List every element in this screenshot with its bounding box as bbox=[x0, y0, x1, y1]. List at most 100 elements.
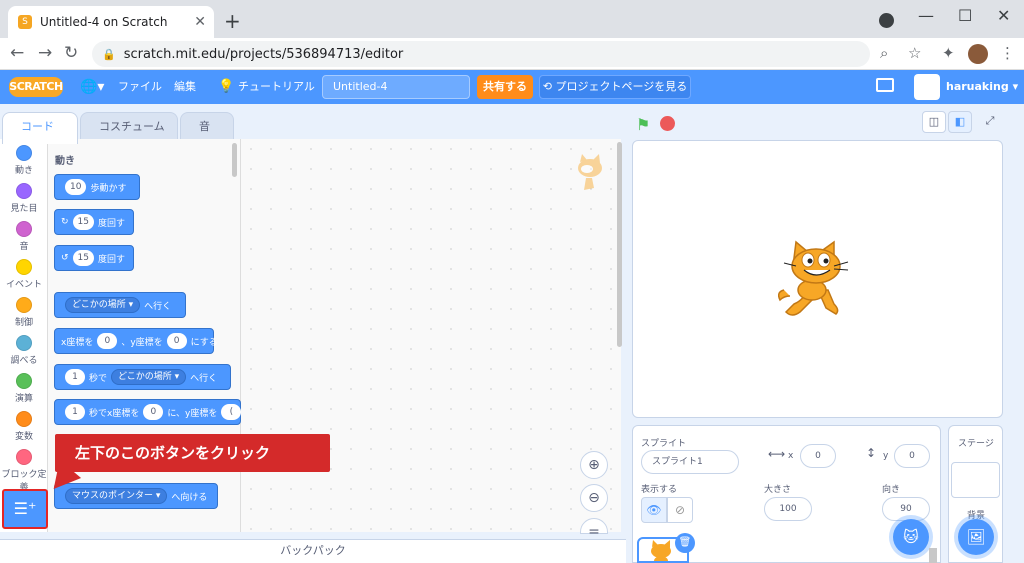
fullscreen-button[interactable]: ⤢ bbox=[978, 111, 1002, 133]
maximize-icon[interactable]: ☐ bbox=[958, 6, 972, 25]
turn-left-input[interactable]: 15 bbox=[72, 250, 94, 266]
direction-input[interactable]: 90 bbox=[882, 497, 930, 521]
tab-code[interactable]: コード bbox=[2, 112, 78, 144]
block-text: 度回す bbox=[98, 218, 126, 229]
more-menu-icon[interactable]: ⋮ bbox=[1000, 44, 1015, 62]
back-icon[interactable]: ← bbox=[10, 43, 24, 63]
edit-menu[interactable]: 編集 bbox=[174, 70, 196, 104]
block-text: に、y座標を bbox=[167, 408, 218, 419]
delete-sprite-icon[interactable]: 🗑 bbox=[675, 533, 695, 553]
choose-sprite-button[interactable]: 🐱 bbox=[893, 519, 929, 555]
block-text: へ行く bbox=[190, 373, 218, 384]
my-stuff-folder-icon[interactable] bbox=[876, 78, 894, 92]
script-area[interactable] bbox=[241, 139, 621, 532]
backdrop-add-icon: 🖼 bbox=[966, 528, 986, 546]
url-bar[interactable]: 🔒 scratch.mit.edu/projects/536894713/edi… bbox=[92, 41, 870, 67]
user-avatar[interactable] bbox=[914, 74, 940, 100]
extensions-icon[interactable]: ✦ bbox=[942, 44, 955, 62]
stage-thumbnail[interactable] bbox=[951, 462, 1000, 498]
address-toolbar: ← → ↻ 🔒 scratch.mit.edu/projects/5368947… bbox=[0, 38, 1024, 70]
normal-stage-button[interactable]: ◧ bbox=[948, 111, 972, 133]
turn-right-input[interactable]: 15 bbox=[72, 214, 94, 230]
block-glide-to[interactable]: 1 秒で どこかの場所 ▾ へ行く bbox=[54, 364, 231, 390]
see-project-page-button[interactable]: ⟲ プロジェクトページを見る bbox=[539, 75, 691, 99]
block-glide-xy[interactable]: 1 秒でx座標を 0 に、y座標を( bbox=[54, 399, 242, 425]
add-extension-icon: ☰⁺ bbox=[13, 499, 37, 518]
small-stage-button[interactable]: ◫ bbox=[922, 111, 946, 133]
category-looks[interactable]: 見た目 bbox=[0, 183, 48, 214]
block-turn-left[interactable]: ↺ 15 度回す bbox=[54, 245, 134, 271]
tab-costumes[interactable]: コスチューム bbox=[80, 112, 178, 142]
hide-sprite-icon[interactable]: ⊘ bbox=[667, 497, 693, 523]
glide-secs-input[interactable]: 1 bbox=[65, 369, 85, 385]
share-button[interactable]: 共有する bbox=[477, 75, 533, 99]
file-menu[interactable]: ファイル bbox=[118, 70, 162, 104]
block-goto[interactable]: どこかの場所 ▾ へ行く bbox=[54, 292, 186, 318]
tab-costumes-label: コスチューム bbox=[99, 120, 165, 133]
zoom-in-button[interactable]: ⊕ bbox=[580, 451, 608, 479]
choose-backdrop-button[interactable]: 🖼 bbox=[958, 519, 994, 555]
x-position-input[interactable]: 0 bbox=[800, 444, 836, 468]
scratch-favicon-icon: S bbox=[18, 15, 32, 29]
profile-avatar[interactable] bbox=[968, 44, 988, 64]
zoom-out-button[interactable]: ⊖ bbox=[580, 484, 608, 512]
block-point-towards[interactable]: マウスのポインター ▾ へ向ける bbox=[54, 483, 218, 509]
scratch-logo[interactable]: SCRATCH bbox=[9, 77, 63, 97]
zoom-icon[interactable]: ⌕ bbox=[880, 44, 888, 62]
sprite-list-scrollbar[interactable] bbox=[929, 548, 937, 563]
category-events[interactable]: イベント bbox=[0, 259, 48, 290]
y-label: y bbox=[883, 451, 889, 461]
backpack[interactable]: バックパック bbox=[0, 539, 626, 563]
goto-x-input[interactable]: 0 bbox=[97, 333, 118, 349]
close-tab-icon[interactable]: ✕ bbox=[194, 14, 206, 30]
move-steps-input[interactable]: 10 bbox=[65, 179, 87, 195]
block-move-steps[interactable]: 10 歩動かす bbox=[54, 174, 140, 200]
glide-xy-secs-input[interactable]: 1 bbox=[65, 404, 85, 420]
bookmark-star-icon[interactable]: ☆ bbox=[908, 44, 921, 62]
category-sound[interactable]: 音 bbox=[0, 221, 48, 252]
green-flag-icon[interactable]: ⚑ bbox=[636, 115, 650, 134]
tab-sounds[interactable]: 音 bbox=[180, 112, 234, 142]
block-text: 歩動かす bbox=[90, 183, 127, 194]
category-my-blocks[interactable]: ブロック定義 bbox=[0, 449, 48, 493]
turn-left-icon: ↺ bbox=[61, 253, 69, 263]
stop-icon[interactable] bbox=[660, 116, 675, 131]
category-motion[interactable]: 動き bbox=[0, 145, 48, 176]
forward-icon[interactable]: → bbox=[38, 43, 52, 63]
username-menu[interactable]: haruaking ▾ bbox=[946, 70, 1018, 104]
point-towards-dropdown[interactable]: マウスのポインター ▾ bbox=[65, 488, 168, 504]
y-position-input[interactable]: 0 bbox=[894, 444, 930, 468]
size-input[interactable]: 100 bbox=[764, 497, 812, 521]
instruction-callout: 左下のこのボタンをクリック bbox=[55, 434, 330, 472]
category-operators[interactable]: 演算 bbox=[0, 373, 48, 404]
y-arrows-icon: ↕ bbox=[866, 446, 877, 460]
new-tab-icon[interactable]: + bbox=[224, 9, 241, 33]
tutorial-menu[interactable]: チュートリアル bbox=[238, 70, 315, 104]
see-project-page-label: プロジェクトページを見る bbox=[555, 80, 688, 93]
project-title-input[interactable]: Untitled-4 bbox=[322, 75, 470, 99]
add-extension-button[interactable]: ☰⁺ bbox=[2, 489, 48, 529]
glide-dropdown[interactable]: どこかの場所 ▾ bbox=[111, 369, 187, 385]
stage-label: ステージ bbox=[958, 439, 994, 449]
glide-y-input[interactable]: ( bbox=[221, 404, 242, 420]
goto-dropdown[interactable]: どこかの場所 ▾ bbox=[65, 297, 141, 313]
scratch-cat-sprite[interactable] bbox=[774, 238, 858, 322]
tab-title: Untitled-4 on Scratch bbox=[40, 15, 168, 29]
media-control-icon[interactable] bbox=[879, 13, 894, 28]
close-window-icon[interactable]: ✕ bbox=[997, 6, 1010, 25]
reload-icon[interactable]: ↻ bbox=[64, 43, 78, 63]
script-scrollbar[interactable] bbox=[617, 142, 622, 347]
minimize-icon[interactable]: — bbox=[918, 6, 934, 25]
category-variables[interactable]: 変数 bbox=[0, 411, 48, 442]
block-goto-xy[interactable]: x座標を 0 、y座標を 0 にする bbox=[54, 328, 218, 354]
show-sprite-eye-icon[interactable]: 👁 bbox=[641, 497, 667, 523]
browser-tab[interactable]: S Untitled-4 on Scratch ✕ bbox=[8, 6, 214, 38]
goto-y-input[interactable]: 0 bbox=[166, 333, 187, 349]
glide-x-input[interactable]: 0 bbox=[143, 404, 164, 420]
sprite-name-input[interactable]: スプライト1 bbox=[641, 450, 739, 474]
block-turn-right[interactable]: ↻ 15 度回す bbox=[54, 209, 134, 235]
category-sensing[interactable]: 調べる bbox=[0, 335, 48, 366]
category-control[interactable]: 制御 bbox=[0, 297, 48, 328]
palette-scrollbar[interactable] bbox=[232, 143, 237, 177]
language-globe-icon[interactable]: 🌐▾ bbox=[80, 70, 104, 104]
